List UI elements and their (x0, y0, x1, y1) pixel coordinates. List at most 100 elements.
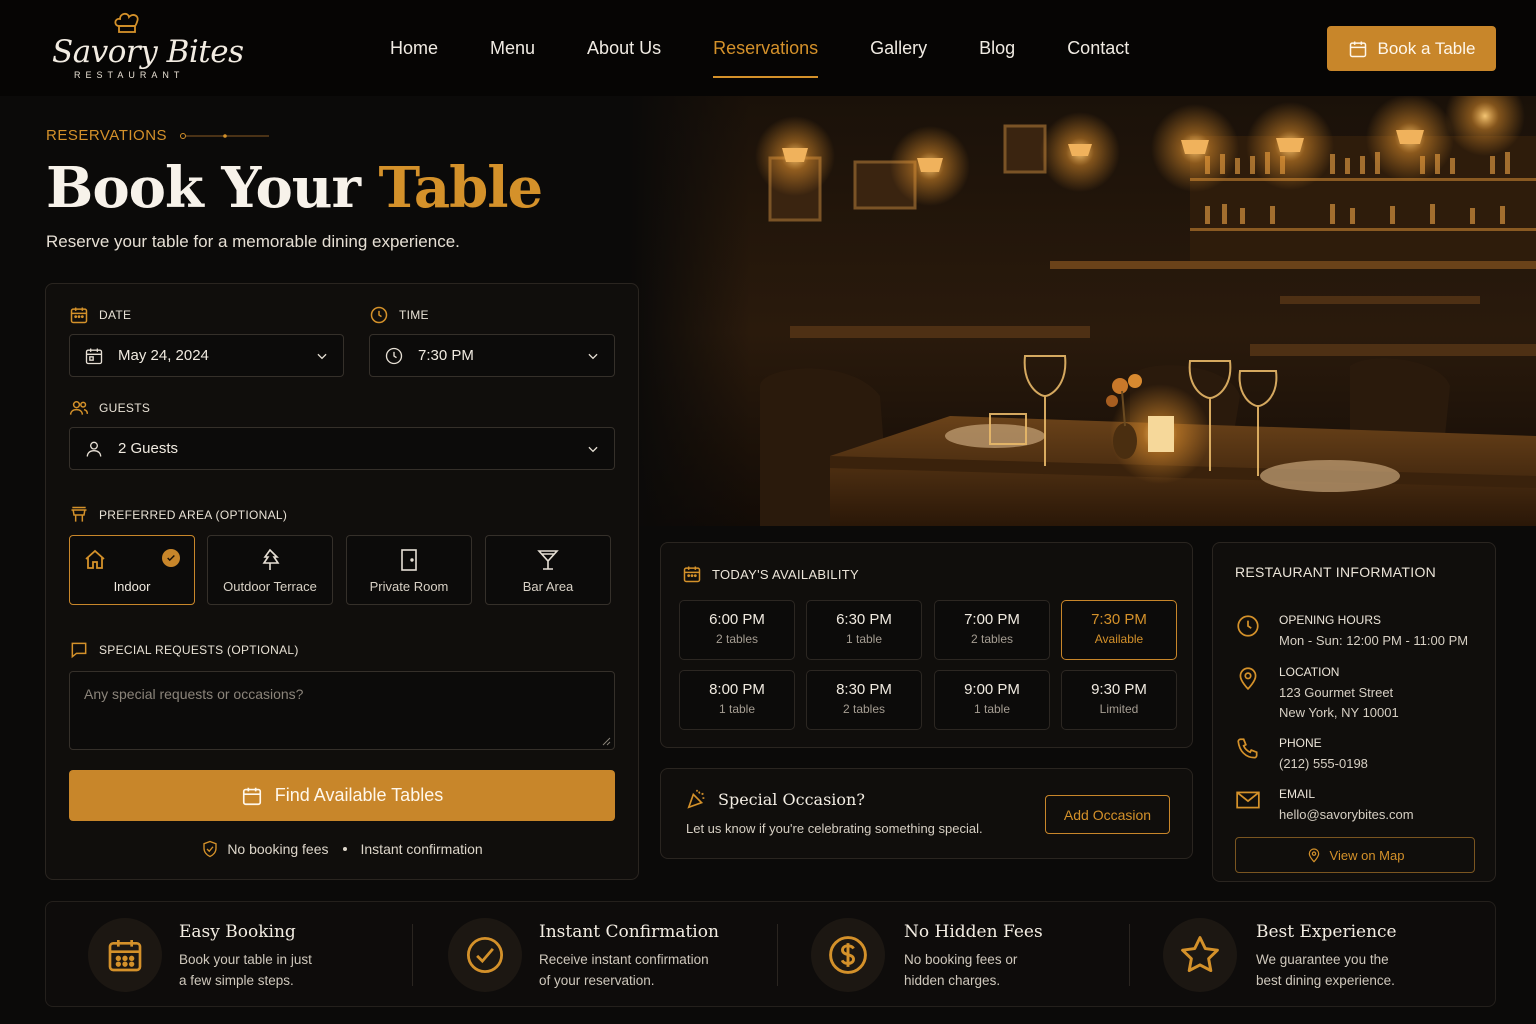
email-label: EMAIL (1279, 787, 1316, 801)
time-label: TIME (369, 305, 429, 325)
book-table-label: Book a Table (1377, 38, 1476, 58)
time-slot-selected[interactable]: 7:30 PM Available (1061, 600, 1177, 660)
book-table-button[interactable]: Book a Table (1327, 26, 1496, 71)
time-select[interactable]: 7:30 PM (369, 334, 615, 377)
feature-description: No booking fees or hidden charges. (904, 949, 1074, 991)
calendar-icon (70, 307, 88, 324)
clock-icon (385, 347, 403, 364)
area-label: PREFERRED AREA (OPTIONAL) (69, 505, 287, 525)
time-slot[interactable]: 6:00 PM 2 tables (679, 600, 795, 660)
chat-bubble-icon (71, 642, 87, 659)
date-select[interactable]: May 24, 2024 (69, 334, 344, 377)
special-occasion-card: Special Occasion? Let us know if you're … (660, 768, 1193, 859)
feature-description: Receive instant confirmation of your rese… (539, 949, 739, 991)
star-icon (1163, 918, 1237, 992)
slot-status: 2 tables (842, 702, 886, 716)
area-option-bar-area[interactable]: Bar Area (485, 535, 611, 605)
slot-status: 1 table (845, 632, 883, 646)
section-eyebrow: RESERVATIONS (46, 127, 270, 144)
location-line-1: 123 Gourmet Street (1279, 685, 1394, 700)
slot-time: 6:00 PM (709, 611, 765, 628)
resize-handle-icon[interactable] (601, 736, 611, 746)
time-slot[interactable]: 9:00 PM 1 table (934, 670, 1050, 730)
guests-value: 2 Guests (118, 440, 179, 457)
divider (777, 924, 778, 986)
occasion-title: Special Occasion? (686, 788, 865, 810)
slot-status: Limited (1099, 702, 1139, 716)
area-option-indoor[interactable]: Indoor (69, 535, 195, 605)
nav-menu[interactable]: Menu (490, 0, 535, 96)
title-part-1: Book Your (46, 155, 361, 221)
slot-time: 7:30 PM (1091, 611, 1147, 628)
chef-hat-icon (114, 12, 139, 33)
feature-desc-line: of your reservation. (539, 973, 655, 988)
mail-icon (1236, 791, 1260, 809)
guests-select[interactable]: 2 Guests (69, 427, 615, 470)
time-slot[interactable]: 8:30 PM 2 tables (806, 670, 922, 730)
time-slot[interactable]: 9:30 PM Limited (1061, 670, 1177, 730)
calendar-icon (242, 787, 261, 805)
feature-desc-line: Receive instant confirmation (539, 952, 709, 967)
slot-status: 1 table (718, 702, 756, 716)
nav-gallery[interactable]: Gallery (870, 0, 927, 96)
find-tables-label: Find Available Tables (274, 785, 444, 805)
nav-reservations[interactable]: Reservations (713, 0, 819, 96)
nav-about[interactable]: About Us (587, 0, 661, 96)
time-slot[interactable]: 7:00 PM 2 tables (934, 600, 1050, 660)
calendar-icon (683, 566, 701, 583)
time-value: 7:30 PM (418, 347, 474, 364)
time-slot[interactable]: 6:30 PM 1 table (806, 600, 922, 660)
restaurant-interior-image (630, 96, 1536, 526)
date-value: May 24, 2024 (118, 347, 209, 364)
feature-description: Book your table in just a few simple step… (179, 949, 349, 991)
time-label-text: TIME (399, 308, 429, 322)
check-icon (162, 549, 180, 567)
eyebrow-label: RESERVATIONS (46, 127, 168, 144)
house-icon (85, 549, 105, 569)
area-option-outdoor-terrace[interactable]: Outdoor Terrace (207, 535, 333, 605)
restaurant-info-card: RESTAURANT INFORMATION OPENING HOURS Mon… (1212, 542, 1496, 882)
separator-dot (342, 847, 347, 851)
time-slot[interactable]: 8:00 PM 1 table (679, 670, 795, 730)
user-icon (86, 441, 102, 457)
guests-label: GUESTS (69, 398, 150, 418)
calendar-icon (88, 918, 162, 992)
hours-label: OPENING HOURS (1279, 613, 1382, 627)
location-line-2: New York, NY 10001 (1279, 705, 1399, 720)
brand-logo[interactable]: Savory Bites RESTAURANT (50, 12, 244, 84)
brand-tagline: RESTAURANT (74, 70, 185, 80)
nav-contact[interactable]: Contact (1067, 0, 1129, 96)
shield-check-icon (203, 840, 217, 858)
requests-placeholder: Any special requests or occasions? (84, 686, 304, 702)
add-occasion-button[interactable]: Add Occasion (1045, 795, 1170, 834)
requests-label: SPECIAL REQUESTS (OPTIONAL) (69, 640, 299, 660)
nav-blog[interactable]: Blog (979, 0, 1015, 96)
chevron-down-icon (588, 446, 598, 453)
special-requests-textarea[interactable]: Any special requests or occasions? (69, 671, 615, 750)
feature-desc-line: We guarantee you the (1256, 952, 1389, 967)
slot-status: 2 tables (970, 632, 1014, 646)
area-option-private-room[interactable]: Private Room (346, 535, 472, 605)
nav-home[interactable]: Home (390, 0, 438, 96)
assurance-no-fees: No booking fees (227, 841, 329, 857)
area-option-label: Private Room (369, 579, 449, 594)
availability-heading: TODAY'S AVAILABILITY (682, 564, 859, 584)
requests-label-text: SPECIAL REQUESTS (OPTIONAL) (99, 643, 299, 657)
phone-value[interactable]: (212) 555-0198 (1279, 754, 1368, 774)
slot-time: 8:30 PM (836, 681, 892, 698)
ornament-divider (180, 132, 270, 139)
nav-links: Home Menu About Us Reservations Gallery … (390, 0, 1181, 96)
email-value[interactable]: hello@savorybites.com (1279, 805, 1414, 825)
feature-title: No Hidden Fees (904, 922, 1043, 942)
phone-icon (1237, 738, 1258, 759)
divider (412, 924, 413, 986)
feature-desc-line: No booking fees or (904, 952, 1018, 967)
area-option-label: Bar Area (522, 579, 574, 594)
chevron-down-icon (588, 353, 598, 360)
slot-time: 8:00 PM (709, 681, 765, 698)
feature-desc-line: Book your table in just (179, 952, 312, 967)
find-tables-button[interactable]: Find Available Tables (69, 770, 615, 821)
brand-name: Savory Bites (52, 34, 244, 70)
view-on-map-button[interactable]: View on Map (1235, 837, 1475, 873)
clock-icon (370, 306, 388, 324)
